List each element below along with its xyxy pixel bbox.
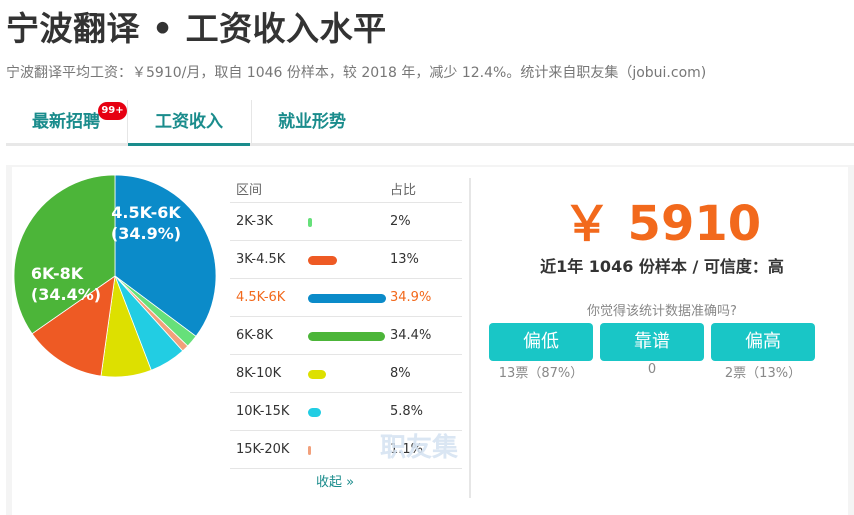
row-pct: 5.8% [390, 404, 424, 419]
tab-employment-trend[interactable]: 就业形势 [252, 100, 372, 146]
vote-high-button[interactable]: 偏高 [711, 323, 815, 361]
row-pct: 34.4% [390, 328, 432, 343]
tab-latest-jobs[interactable]: 最新招聘 99+ [6, 100, 127, 146]
row-range: 15K-20K [236, 442, 290, 457]
table-row: 10K-15K 5.8% [230, 393, 462, 431]
watermark-logo: 职友集 [380, 433, 459, 463]
tab-label: 最新招聘 [32, 112, 100, 132]
page-title: 宁波翻译 • 工资收入水平 [6, 9, 387, 48]
table-row: 6K-8K 34.4% [230, 317, 462, 355]
row-range: 4.5K-6K [236, 290, 286, 305]
header-range: 区间 [236, 183, 263, 198]
tab-label: 就业形势 [278, 112, 346, 132]
salary-pie-chart: 4.5K-6K (34.9%) 6K-8K (34.4%) [13, 175, 217, 377]
row-bar [308, 370, 326, 379]
row-pct: 8% [390, 366, 411, 381]
row-bar [308, 294, 386, 303]
row-bar [308, 332, 385, 341]
vote-reliable-button[interactable]: 靠谱 [600, 323, 704, 361]
vote-low-count: 13票（87%） [498, 366, 584, 381]
pie-label-6k-8k-range: 6K-8K [31, 264, 84, 283]
row-bar [308, 446, 311, 455]
row-bar [308, 256, 338, 265]
pie-label-4.5k-6k-pct: (34.9%) [111, 224, 181, 243]
table-row: 8K-10K 8% [230, 355, 462, 393]
tab-label: 工资收入 [155, 112, 223, 132]
table-header: 区间 占比 [230, 175, 462, 203]
row-pct: 2% [390, 214, 411, 229]
average-salary: ￥ 5910 [562, 196, 762, 252]
row-range: 2K-3K [236, 214, 273, 229]
sample-info: 近1年 1046 份样本 / 可信度：高 [540, 257, 784, 276]
table-row: 4.5K-6K 34.9% [230, 279, 462, 317]
vote-reliable-count: 0 [647, 362, 657, 377]
vote-high-count: 2票（13%） [724, 366, 802, 381]
row-range: 6K-8K [236, 328, 273, 343]
row-bar [308, 218, 313, 227]
page-subtitle: 宁波翻译平均工资：￥5910/月，取自 1046 份样本，较 2018 年，减少… [6, 65, 707, 81]
pie-label-4.5k-6k-range: 4.5K-6K [111, 203, 181, 222]
row-range: 3K-4.5K [236, 252, 286, 267]
collapse-link[interactable]: 收起 » [316, 471, 354, 490]
tab-salary-income[interactable]: 工资收入 [128, 100, 250, 146]
row-range: 10K-15K [236, 404, 290, 419]
row-pct: 34.9% [390, 290, 432, 305]
accuracy-question: 你觉得该统计数据准确吗? [587, 304, 737, 319]
row-range: 8K-10K [236, 366, 282, 381]
table-row: 2K-3K 2% [230, 203, 462, 241]
row-pct: 13% [390, 252, 419, 267]
pie-label-6k-8k-pct: (34.4%) [31, 285, 101, 304]
vote-low-button[interactable]: 偏低 [489, 323, 593, 361]
new-count-badge: 99+ [98, 102, 127, 120]
header-ratio: 占比 [390, 183, 417, 198]
row-bar [308, 408, 321, 417]
tab-bar: 最新招聘 99+ 工资收入 就业形势 [6, 100, 854, 146]
table-row: 3K-4.5K 13% [230, 241, 462, 279]
